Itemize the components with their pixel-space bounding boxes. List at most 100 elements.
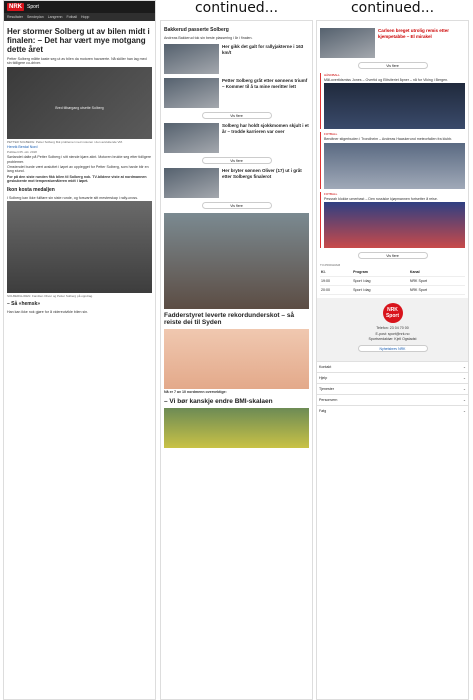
table-title: TV-PROGRAM	[320, 263, 341, 268]
footer-nav-item[interactable]: Tjenester ⌄	[317, 383, 468, 394]
card-image	[164, 44, 219, 75]
show-more-button[interactable]: Vis flere	[201, 202, 272, 210]
feed-item[interactable]: HÅNDBALL Mål-overtidsmiss Jones – Overti…	[320, 73, 465, 130]
nav-item[interactable]: Fotball	[67, 15, 78, 19]
footer-logo[interactable]: NRK Sport	[382, 303, 403, 324]
nav-item[interactable]: Sendeplan	[27, 15, 44, 19]
chevron-down-icon: ⌄	[462, 398, 466, 403]
card-image	[164, 168, 219, 199]
footer-nav-item[interactable]: Kontakt ⌄	[317, 361, 468, 372]
footer-line: E-post: sport@nrk.no	[375, 331, 410, 336]
paragraph: Omstendet burde vært avsluttet i løpet a…	[7, 165, 149, 174]
cell: NRK Sport	[408, 285, 465, 296]
family-photo	[7, 201, 152, 294]
table-header: Kl.	[320, 268, 353, 278]
newsletter-button[interactable]: Nyhetsbrev NRK	[357, 345, 428, 353]
related-column: Bakkerud passerte Solberg Andreas Bakker…	[160, 20, 313, 700]
card-image	[164, 123, 219, 154]
bmi-title[interactable]: – Vi bør kanskje endre BMI-skalaen	[164, 398, 309, 405]
show-more-button[interactable]: Vis flere	[201, 157, 272, 165]
tv-table: Kl. Program Kanal 19:00 Sport i dag NRK Spor…	[320, 268, 465, 296]
paragraph: Han kan ikke nok gjøre for å videreutvik…	[7, 310, 89, 315]
section-heading: Bakkerud passerte Solberg	[164, 27, 229, 33]
feed-kicker: FOTBALL	[324, 191, 338, 196]
nav-item[interactable]: Hopp	[81, 15, 89, 19]
family-caption: SOLBERGLIDEN: Familien Oliver og Petter …	[7, 294, 94, 299]
news-card[interactable]: Solberg har holdt sjokkmomen skjult i et…	[164, 123, 309, 154]
chevron-down-icon: ⌄	[462, 376, 466, 381]
table-row[interactable]: 20:00 Sport i dag NRK Sport	[320, 285, 465, 296]
feed-item[interactable]: FOTBALL Pessrah klokke umerbast – Den ru…	[320, 191, 465, 249]
footer-nav-label: Tjenester	[319, 387, 334, 392]
feature-photo[interactable]	[164, 213, 309, 310]
top-bar: NRK Sport	[4, 1, 155, 13]
news-card[interactable]: Carlsen breget utrolig remis etter kjemp…	[320, 28, 465, 58]
paragraph: Sørlandet dalte på Petter Solberg i sitt…	[7, 155, 152, 164]
news-card[interactable]: Petter Solberg gråt etter sønnens triumf…	[164, 78, 309, 109]
table-header: Kanal	[408, 268, 465, 278]
feed-photo	[324, 142, 465, 189]
feature-title[interactable]: Fadderstyret leverte rekordunderskot – s…	[164, 312, 309, 326]
feed-photo	[324, 83, 465, 130]
feed-column: Carlsen breget utrolig remis etter kjemp…	[316, 20, 469, 700]
card-title: Her bryter sønnen Oliver (17) ut i gråt …	[222, 168, 302, 179]
continued-label-2: continued...	[194, 0, 279, 16]
byline[interactable]: Henrik Berdal Nord	[7, 145, 152, 149]
cell: Sport i dag	[352, 285, 409, 296]
footer-nav-item[interactable]: Personvern ⌄	[317, 394, 468, 405]
section-heading: Ikon kosta medaljen	[7, 186, 55, 193]
footer-nav-label: Kontakt	[319, 365, 332, 370]
show-more-button[interactable]: Vis flere	[357, 62, 428, 69]
feed-text: Pessrah klokke umerbast – Den russiske k…	[324, 196, 438, 201]
section-title[interactable]: Sport	[27, 4, 39, 10]
news-card[interactable]: Her bryter sønnen Oliver (17) ut i gråt …	[164, 168, 309, 199]
published: Publisert 05. okt. 2018	[7, 150, 37, 155]
feed-text: Bendtner stigerbuden i Trondheim – Andre…	[324, 137, 453, 142]
football-photo[interactable]	[164, 407, 309, 448]
footer-line: Telefon: 23 04 70 00	[376, 326, 409, 331]
feed-photo	[324, 202, 465, 249]
article-lead: Petter Solberg måtte kaste seg ut av bil…	[7, 57, 147, 66]
article-title: Her stormer Solberg ut av bilen midt i f…	[7, 27, 150, 54]
chevron-down-icon: ⌄	[462, 387, 466, 392]
paragraph: Andreas Bakkerud tok sin beste plasserin…	[164, 36, 253, 40]
nav-item[interactable]: Langrenn	[48, 15, 63, 19]
continued-label-3: continued...	[350, 0, 435, 16]
feed-text: Mål-overtidsmiss Jones – Overtid og Elit…	[324, 78, 449, 82]
feed-kicker: FOTBALL	[324, 132, 338, 137]
footer-nav-item[interactable]: Hjelp ⌄	[317, 372, 468, 383]
card-title: Petter Solberg gråt etter sønnens triumf…	[222, 78, 308, 89]
card-title: Solberg har holdt sjokkmomen skjult i et…	[222, 123, 309, 134]
video-player[interactable]: Bred tilbørgang utsette Solberg	[7, 66, 152, 139]
video-label: Bred tilbørgang utsette Solberg	[55, 106, 104, 111]
cell: 19:00	[320, 276, 353, 287]
paragraph: I Solberg kan ikke fullføre sin siste ru…	[7, 195, 139, 200]
show-more-button[interactable]: Vis flere	[357, 252, 428, 260]
footer-nav-label: Hjelp	[319, 376, 328, 381]
cell: NRK Sport	[408, 276, 465, 287]
footer-nav-item[interactable]: Følg ⌄	[317, 405, 468, 416]
table-row[interactable]: 19:00 Sport i dag NRK Sport	[320, 276, 465, 287]
table-header: Program	[352, 268, 409, 278]
footer-nav-label: Følg	[319, 409, 327, 414]
footer: NRK Sport Telefon: 23 04 70 00 E-post: s…	[317, 298, 468, 362]
chevron-down-icon: ⌄	[462, 409, 466, 414]
quote-heading: – Så «hemsk»	[7, 301, 41, 308]
cell: 20:00	[320, 285, 353, 296]
chevron-down-icon: ⌄	[462, 365, 466, 370]
nav-item[interactable]: Resultater	[7, 15, 23, 19]
card-title: Carlsen breget utrolig remis etter kjemp…	[378, 28, 450, 39]
show-more-button[interactable]: Vis flere	[201, 112, 272, 120]
nrk-logo[interactable]: NRK	[7, 3, 24, 11]
photo-caption: PETTER SOLBERG: Petter Solberg fikk prob…	[7, 139, 123, 144]
feed-item[interactable]: FOTBALL Bendtner stigerbuden i Trondheim…	[320, 132, 465, 189]
bmi-photo[interactable]	[164, 329, 309, 390]
feed-kicker: HÅNDBALL	[324, 73, 340, 77]
cell: Sport i dag	[352, 276, 409, 287]
article-column: NRK Sport Resultater Sendeplan Langrenn …	[3, 0, 156, 700]
news-card[interactable]: Her gikk det galt for rallyjakterne i 16…	[164, 44, 309, 75]
footer-line: Sportsredaktør: Kjell Ogstadst	[368, 337, 417, 342]
card-title: Her gikk det galt for rallyjakterne i 16…	[222, 44, 304, 55]
bmi-kicker: Nå er 7 av 10 nordmenn overvektige:	[164, 390, 227, 395]
footer-nav-label: Personvern	[319, 398, 338, 403]
